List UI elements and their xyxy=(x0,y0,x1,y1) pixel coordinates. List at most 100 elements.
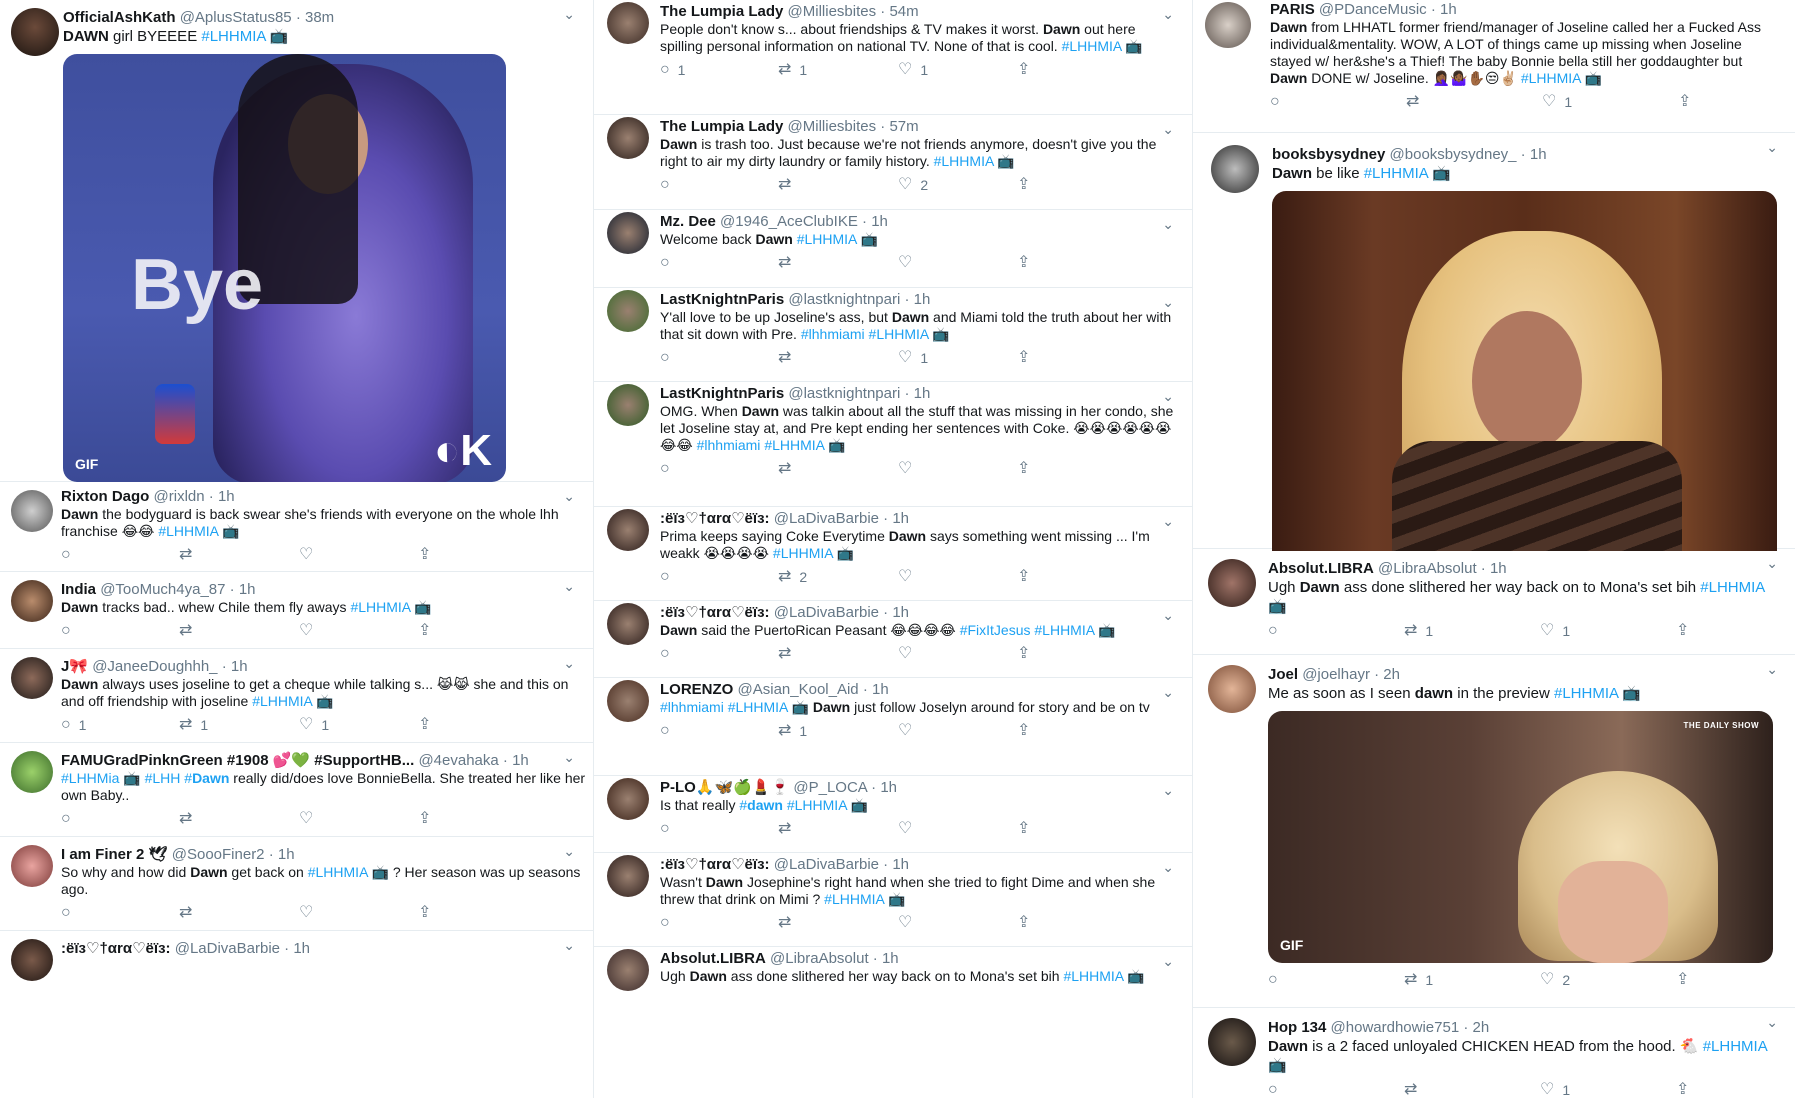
retweet-button[interactable]: ⇄ xyxy=(179,546,200,564)
tweet[interactable]: FAMUGradPinknGreen #1908 💕💚 #SupportHB..… xyxy=(0,743,593,837)
timestamp[interactable]: 1h xyxy=(293,940,310,957)
reply-button[interactable]: ○ xyxy=(61,904,71,922)
timestamp[interactable]: 1h xyxy=(880,779,897,796)
timestamp[interactable]: 2h xyxy=(1383,666,1400,683)
like-button[interactable]: ♡ 1 xyxy=(898,61,928,79)
share-button[interactable]: ⇪ xyxy=(1676,971,1689,989)
user-handle[interactable]: @4evahaka xyxy=(418,752,498,769)
user-handle[interactable]: @Asian_Kool_Aid xyxy=(738,681,859,698)
tweet[interactable]: P-LO🙏🦋🍏💄🍷 @P_LOCA · 1h Is that really #da… xyxy=(594,776,1192,853)
reply-button[interactable]: ○ xyxy=(660,254,678,272)
avatar[interactable] xyxy=(607,290,649,332)
reply-button[interactable]: ○ xyxy=(660,722,678,740)
retweet-button[interactable]: ⇄ 1 xyxy=(778,722,807,740)
like-button[interactable]: ♡ xyxy=(299,622,313,640)
tweet[interactable]: Rixton Dago @rixldn · 1h Dawn the bodygu… xyxy=(0,482,593,572)
timestamp[interactable]: 1h xyxy=(1440,1,1457,18)
like-button[interactable]: ♡ 1 xyxy=(1540,622,1570,640)
tweet[interactable]: :ёїз♡†αrα♡ёїз: @LaDivaBarbie · 1h Dawn sa… xyxy=(594,601,1192,678)
share-button[interactable]: ⇪ xyxy=(418,622,431,640)
like-button[interactable]: ♡ xyxy=(299,904,313,922)
display-name[interactable]: Absolut.LIBRA xyxy=(660,950,766,967)
avatar[interactable] xyxy=(11,490,53,532)
display-name[interactable]: India xyxy=(61,581,96,598)
like-button[interactable]: ♡ 1 xyxy=(1542,93,1572,111)
timestamp[interactable]: 1h xyxy=(1530,146,1547,163)
tweet[interactable]: The Lumpia Lady @Milliesbites · 57m Dawn … xyxy=(594,115,1192,210)
chevron-down-icon[interactable]: ⌄ xyxy=(1766,1014,1778,1031)
like-button[interactable]: ♡ xyxy=(898,568,920,586)
tweet[interactable]: Absolut.LIBRA @LibraAbsolut · 1h Ugh Dawn… xyxy=(594,947,1192,1007)
retweet-button[interactable]: ⇄ xyxy=(778,254,799,272)
chevron-down-icon[interactable]: ⌄ xyxy=(1162,953,1174,970)
retweet-button[interactable]: ⇄ xyxy=(778,349,799,367)
tweet[interactable]: :ёїз♡†αrα♡ёїз: @LaDivaBarbie · 1h Wasn't … xyxy=(594,853,1192,947)
retweet-button[interactable]: ⇄ xyxy=(778,914,799,932)
user-handle[interactable]: @LibraAbsolut xyxy=(770,950,869,967)
share-button[interactable]: ⇪ xyxy=(1017,349,1030,367)
like-button[interactable]: ♡ 1 xyxy=(299,716,329,734)
user-handle[interactable]: @lastknightnpari xyxy=(788,385,900,402)
user-handle[interactable]: @lastknightnpari xyxy=(788,291,900,308)
timestamp[interactable]: 1h xyxy=(892,510,909,527)
display-name[interactable]: OfficialAshKath xyxy=(63,9,176,26)
user-handle[interactable]: @TooMuch4ya_87 xyxy=(100,581,225,598)
reply-button[interactable]: ○ xyxy=(61,546,79,564)
user-handle[interactable]: @PDanceMusic xyxy=(1319,1,1427,18)
display-name[interactable]: Rixton Dago xyxy=(61,488,149,505)
display-name[interactable]: The Lumpia Lady xyxy=(660,118,783,135)
share-button[interactable]: ⇪ xyxy=(1017,61,1030,79)
like-button[interactable]: ♡ 1 xyxy=(898,349,928,367)
chevron-down-icon[interactable]: ⌄ xyxy=(563,655,575,672)
share-button[interactable]: ⇪ xyxy=(1017,914,1030,932)
timestamp[interactable]: 1h xyxy=(892,604,909,621)
tweet-gif[interactable]: Bye ◐K GIF xyxy=(63,54,506,482)
display-name[interactable]: P-LO🙏🦋🍏💄🍷 xyxy=(660,779,789,796)
user-handle[interactable]: @booksbysydney_ xyxy=(1390,146,1517,163)
tweet[interactable]: India @TooMuch4ya_87 · 1h Dawn tracks ba… xyxy=(0,572,593,649)
avatar[interactable] xyxy=(1211,145,1259,193)
chevron-down-icon[interactable]: ⌄ xyxy=(1162,121,1174,138)
display-name[interactable]: Mz. Dee xyxy=(660,213,716,230)
retweet-button[interactable]: ⇄ 1 xyxy=(1404,971,1433,989)
tweet[interactable]: :ёїз♡†αrα♡ёїз: @LaDivaBarbie · 1h Prima k… xyxy=(594,507,1192,601)
avatar[interactable] xyxy=(607,2,649,44)
user-handle[interactable]: @rixldn xyxy=(154,488,205,505)
chevron-down-icon[interactable]: ⌄ xyxy=(1162,859,1174,876)
chevron-down-icon[interactable]: ⌄ xyxy=(1766,555,1778,572)
chevron-down-icon[interactable]: ⌄ xyxy=(1162,607,1174,624)
chevron-down-icon[interactable]: ⌄ xyxy=(1162,513,1174,530)
display-name[interactable]: :ёїз♡†αrα♡ёїз: xyxy=(61,940,171,957)
reply-button[interactable]: ○ xyxy=(660,914,678,932)
share-button[interactable]: ⇪ xyxy=(1017,460,1030,478)
reply-button[interactable]: ○ xyxy=(660,645,678,663)
share-button[interactable]: ⇪ xyxy=(418,810,431,828)
chevron-down-icon[interactable]: ⌄ xyxy=(1766,139,1778,156)
like-button[interactable]: ♡ xyxy=(898,722,920,740)
display-name[interactable]: Absolut.LIBRA xyxy=(1268,560,1374,577)
share-button[interactable]: ⇪ xyxy=(418,546,431,564)
avatar[interactable] xyxy=(607,778,649,820)
tweet[interactable]: LORENZO @Asian_Kool_Aid · 1h #lhhmiami #L… xyxy=(594,678,1192,776)
chevron-down-icon[interactable]: ⌄ xyxy=(1162,6,1174,23)
like-button[interactable]: ♡ 2 xyxy=(898,176,928,194)
display-name[interactable]: :ёїз♡†αrα♡ёїз: xyxy=(660,856,770,873)
avatar[interactable] xyxy=(607,117,649,159)
share-button[interactable]: ⇪ xyxy=(1017,568,1030,586)
avatar[interactable] xyxy=(11,657,53,699)
timestamp[interactable]: 57m xyxy=(889,118,918,135)
display-name[interactable]: LORENZO xyxy=(660,681,733,698)
avatar[interactable] xyxy=(11,751,53,793)
tweet[interactable]: J🎀 @JaneeDoughhh_ · 1h Dawn always uses … xyxy=(0,649,593,743)
avatar[interactable] xyxy=(607,855,649,897)
user-handle[interactable]: @JaneeDoughhh_ xyxy=(92,658,217,675)
share-button[interactable]: ⇪ xyxy=(1017,722,1030,740)
retweet-button[interactable]: ⇄ xyxy=(778,460,799,478)
retweet-button[interactable]: ⇄ 1 xyxy=(179,716,208,734)
reply-button[interactable]: ○ xyxy=(660,568,678,586)
retweet-button[interactable]: ⇄ xyxy=(778,176,799,194)
share-button[interactable]: ⇪ xyxy=(1678,93,1691,111)
timestamp[interactable]: 2h xyxy=(1473,1019,1490,1036)
avatar[interactable] xyxy=(607,680,649,722)
avatar[interactable] xyxy=(11,845,53,887)
